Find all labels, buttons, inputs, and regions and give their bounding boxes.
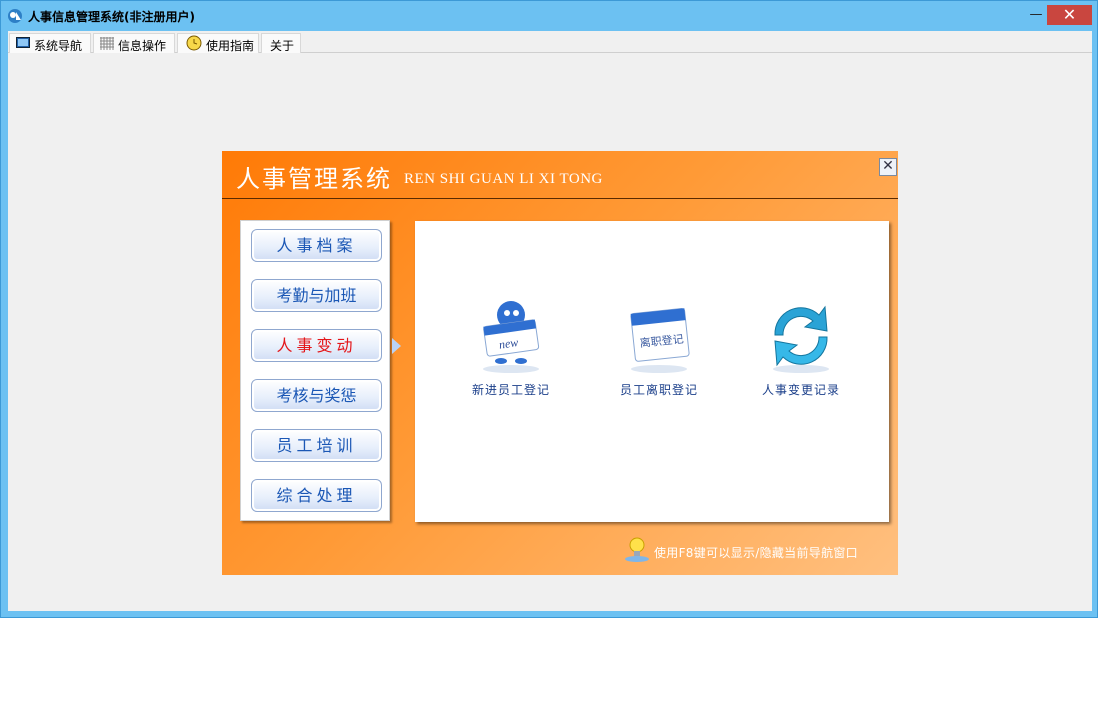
new-label: new — [498, 335, 519, 352]
close-button[interactable]: ✕ — [1047, 5, 1092, 25]
menu-item-training[interactable]: 员工培训 — [251, 429, 382, 462]
menu-item-personnel-changes[interactable]: 人事变动 — [251, 329, 382, 362]
minimize-button[interactable]: — — [1027, 5, 1045, 25]
employee-resign-item[interactable]: 离职登记 员工离职登记 — [599, 297, 719, 407]
tab-label: 系统导航 — [34, 39, 83, 53]
lightbulb-icon — [625, 537, 649, 562]
menu-item-attendance[interactable]: 考勤与加班 — [251, 279, 382, 312]
resign-icon: 离职登记 — [630, 308, 690, 373]
hint-text: 使用F8键可以显示/隐藏当前导航窗口 — [654, 546, 858, 560]
panel-close-button[interactable]: ✕ — [879, 158, 897, 176]
panel-header: 人事管理系统 REN SHI GUAN LI XI TONG ✕ — [222, 151, 898, 199]
app-icon — [8, 9, 22, 23]
personnel-change-record-item[interactable]: 人事变更记录 — [741, 297, 861, 407]
item-label: 人事变更记录 — [761, 383, 840, 397]
category-menu: 人事档案 考勤与加班 人事变动 考核与奖惩 员工培训 综合处理 — [240, 220, 390, 521]
refresh-icon — [773, 305, 829, 373]
panel-title: 人事管理系统 — [236, 165, 392, 193]
item-label: 员工离职登记 — [619, 383, 698, 397]
grid-icon — [100, 37, 114, 50]
menu-item-assessment[interactable]: 考核与奖惩 — [251, 379, 382, 412]
client-area: 系统导航 信息操作 使用指南 关于 人事管理系统 REN SHI GUAN LI… — [8, 31, 1092, 611]
tab-bar: 系统导航 信息操作 使用指南 关于 — [8, 31, 1092, 53]
tab-system-nav[interactable]: 系统导航 — [9, 33, 91, 53]
new-employee-item[interactable]: new 新进员工登记 — [451, 297, 571, 407]
tab-label: 使用指南 — [206, 39, 255, 53]
tab-info-ops[interactable]: 信息操作 — [93, 33, 175, 53]
tab-label: 信息操作 — [118, 39, 167, 53]
menu-item-general[interactable]: 综合处理 — [251, 479, 382, 512]
panel-subtitle: REN SHI GUAN LI XI TONG — [404, 171, 603, 187]
new-employee-icon: new — [483, 301, 540, 373]
app-window: 人事信息管理系统(非注册用户) — ✕ 系统导航 信息操作 使用指南 关于 人事… — [0, 0, 1098, 618]
tab-label: 关于 — [270, 39, 295, 53]
navigation-panel: 人事管理系统 REN SHI GUAN LI XI TONG ✕ 人事档案 考勤… — [222, 151, 898, 575]
tab-about[interactable]: 关于 — [261, 33, 301, 53]
clock-icon — [186, 35, 202, 51]
menu-item-personnel-files[interactable]: 人事档案 — [251, 229, 382, 262]
window-title: 人事信息管理系统(非注册用户) — [28, 10, 195, 24]
title-bar[interactable]: 人事信息管理系统(非注册用户) — ✕ — [1, 1, 1097, 31]
content-area: new 新进员工登记 离职登记 员工离职登记 人事变更记录 — [415, 221, 889, 522]
item-label: 新进员工登记 — [471, 383, 550, 397]
active-pointer-icon — [392, 338, 401, 354]
monitor-icon — [16, 37, 30, 48]
tab-user-guide[interactable]: 使用指南 — [177, 33, 259, 53]
